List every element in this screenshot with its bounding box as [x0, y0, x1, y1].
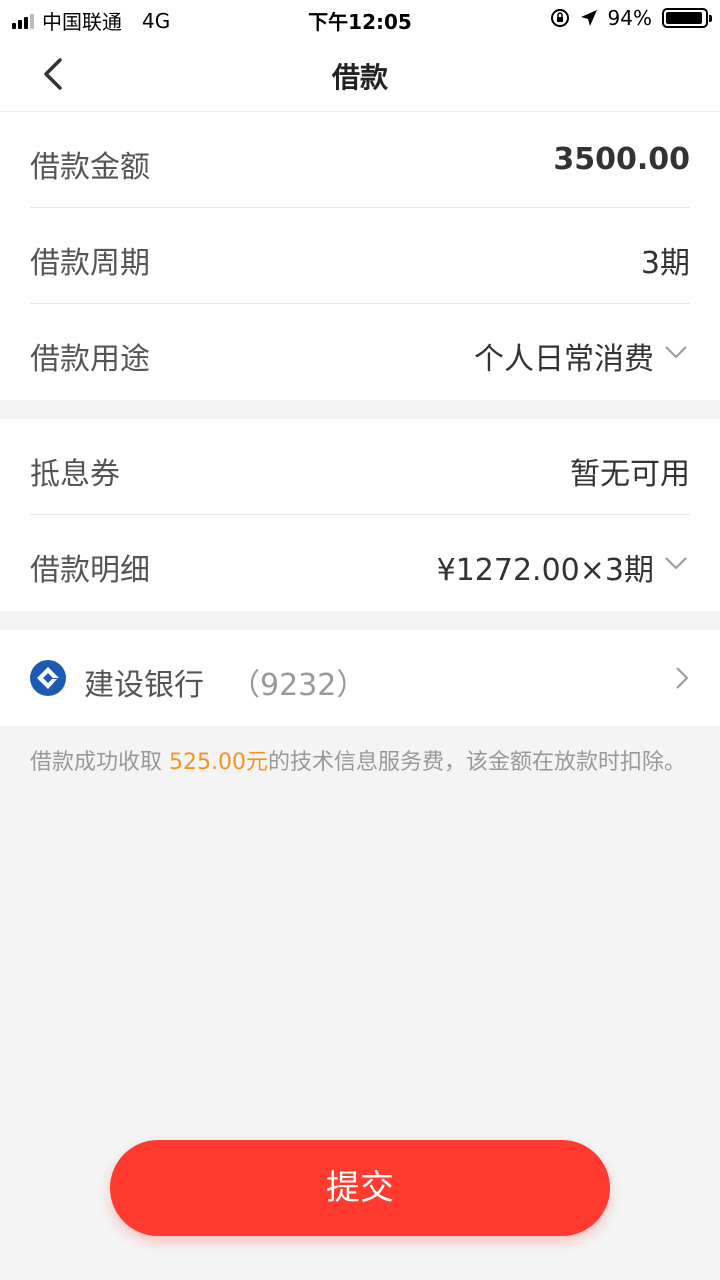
battery-percent: 94% [607, 6, 652, 30]
status-right: 94% [550, 6, 712, 30]
fee-notice-prefix: 借款成功收取 [30, 750, 169, 775]
status-bar: 中国联通 4G 下午12:05 94% [0, 0, 720, 36]
coupon-value: 暂无可用 [570, 457, 690, 492]
bank-name: 建设银行 [84, 668, 204, 703]
location-icon [580, 10, 597, 26]
loan-detail-group: 抵息券 暂无可用 借款明细 ¥1272.00×3期 [0, 419, 720, 611]
fee-notice: 借款成功收取 525.00元的技术信息服务费，该金额在放款时扣除。 [30, 744, 690, 782]
bank-card-row[interactable]: 建设银行 （9232） [0, 630, 720, 726]
loan-amount-label: 借款金额 [30, 150, 150, 185]
loan-detail-row[interactable]: 借款明细 ¥1272.00×3期 [30, 515, 690, 611]
loan-amount-row: 借款金额 3500.00 [30, 112, 690, 208]
loan-info-group: 借款金额 3500.00 借款周期 3期 借款用途 个人日常消费 [0, 112, 720, 400]
coupon-label: 抵息券 [30, 457, 120, 492]
page-title: 借款 [331, 61, 388, 94]
coupon-row[interactable]: 抵息券 暂无可用 [30, 419, 690, 515]
loan-purpose-value[interactable]: 个人日常消费 [474, 334, 654, 378]
loan-purpose-row[interactable]: 借款用途 个人日常消费 [30, 304, 690, 400]
loan-purpose-label: 借款用途 [30, 342, 150, 377]
chevron-right-icon[interactable] [674, 666, 690, 690]
chevron-down-icon[interactable] [664, 342, 688, 362]
chevron-down-icon[interactable] [664, 553, 688, 573]
bank-card-tail: （9232） [230, 668, 367, 703]
battery-icon [662, 8, 712, 28]
loan-detail-value[interactable]: ¥1272.00×3期 [437, 545, 654, 589]
ccb-bank-logo-icon [30, 660, 66, 696]
loan-period-label: 借款周期 [30, 246, 150, 281]
loan-amount-value: 3500.00 [553, 142, 690, 177]
submit-button[interactable]: 提交 [110, 1140, 610, 1236]
fee-notice-suffix: 的技术信息服务费，该金额在放款时扣除。 [267, 750, 686, 775]
loan-period-row: 借款周期 3期 [30, 208, 690, 304]
loan-detail-label: 借款明细 [30, 553, 150, 588]
rotation-lock-icon [550, 9, 569, 27]
nav-bar: 借款 [0, 36, 720, 112]
fee-amount: 525.00元 [169, 750, 268, 775]
loan-period-value: 3期 [640, 246, 690, 281]
